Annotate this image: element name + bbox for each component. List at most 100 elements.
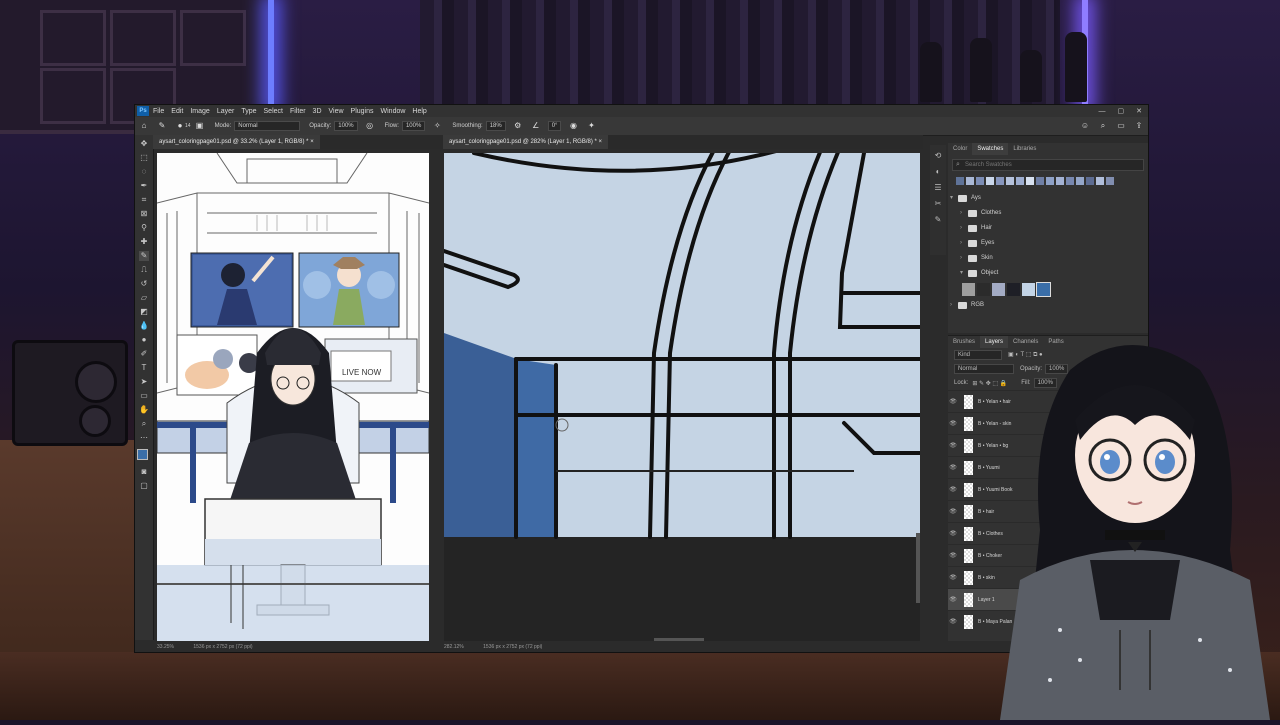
flow-field[interactable]: 100% xyxy=(401,121,426,131)
kind-filter-select[interactable]: Kind xyxy=(954,350,1002,360)
eye-icon[interactable]: 👁 xyxy=(948,508,958,515)
swatch-chip[interactable] xyxy=(1022,283,1035,296)
opacity-field[interactable]: 100% xyxy=(334,121,358,131)
frame-tool-icon[interactable]: ⊠ xyxy=(139,209,149,219)
eyedropper-icon[interactable]: ⚲ xyxy=(139,223,149,233)
swatch-chip[interactable] xyxy=(1076,177,1084,185)
eye-icon[interactable]: 👁 xyxy=(948,398,958,405)
healing-tool-icon[interactable]: ✚ xyxy=(139,237,149,247)
horizontal-scrollbar[interactable] xyxy=(654,638,704,641)
angle-field[interactable]: 0° xyxy=(547,121,562,131)
quick-select-icon[interactable]: ✒ xyxy=(139,181,149,191)
tab-swatches[interactable]: Swatches xyxy=(972,143,1009,155)
swatch-chip[interactable] xyxy=(962,283,975,296)
blur-tool-icon[interactable]: 💧 xyxy=(139,321,149,331)
menu-file[interactable]: File xyxy=(153,108,164,115)
swatch-chip[interactable] xyxy=(1106,177,1114,185)
lasso-tool-icon[interactable]: ◌ xyxy=(139,167,149,177)
swatch-chip[interactable] xyxy=(1086,177,1094,185)
tab-doc2[interactable]: aysart_coloringpage01.psd @ 282% (Layer … xyxy=(443,135,609,149)
path-select-icon[interactable]: ➤ xyxy=(139,377,149,387)
properties-panel-icon[interactable]: ☰ xyxy=(933,183,943,193)
swatch-chip[interactable] xyxy=(986,177,994,185)
marquee-tool-icon[interactable]: ⬚ xyxy=(139,153,149,163)
history-panel-icon[interactable]: ⟲ xyxy=(933,151,943,161)
quick-mask-icon[interactable]: ◙ xyxy=(139,467,149,477)
swatch-chip[interactable] xyxy=(956,177,964,185)
pressure-opacity-icon[interactable]: ◎ xyxy=(365,121,375,131)
swatch-chip[interactable] xyxy=(1006,177,1014,185)
eye-icon[interactable]: 👁 xyxy=(948,464,958,471)
swatch-chip[interactable] xyxy=(996,177,1004,185)
type-tool-icon[interactable]: T xyxy=(139,363,149,373)
crop-tool-icon[interactable]: ⌗ xyxy=(139,195,149,205)
zoom-tool-icon[interactable]: ⌕ xyxy=(139,419,149,429)
menu-plugins[interactable]: Plugins xyxy=(351,108,374,115)
pen-tool-icon[interactable]: ✐ xyxy=(139,349,149,359)
hand-tool-icon[interactable]: ✋ xyxy=(139,405,149,415)
menu-view[interactable]: View xyxy=(329,108,344,115)
brush-settings-icon[interactable]: ▣ xyxy=(195,121,205,131)
menu-edit[interactable]: Edit xyxy=(171,108,183,115)
eye-icon[interactable]: 👁 xyxy=(948,530,958,537)
swatch-chip[interactable] xyxy=(976,177,984,185)
zoom-level-left[interactable]: 33.25% xyxy=(157,644,174,650)
menu-layer[interactable]: Layer xyxy=(217,108,235,115)
swatch-chip[interactable] xyxy=(977,283,990,296)
eye-icon[interactable]: 👁 xyxy=(948,552,958,559)
swatch-chip[interactable] xyxy=(1066,177,1074,185)
brush-icon[interactable]: ✎ xyxy=(139,251,149,261)
eye-icon[interactable]: 👁 xyxy=(948,574,958,581)
swatch-group-rgb[interactable]: › RGB xyxy=(948,298,1148,313)
workspace-icon[interactable]: ▭ xyxy=(1116,121,1126,131)
more-tools-icon[interactable]: ⋯ xyxy=(139,433,149,443)
minimize-button[interactable]: — xyxy=(1099,108,1106,115)
brush-panel-icon[interactable]: ✎ xyxy=(933,215,943,225)
angle-icon[interactable]: ∠ xyxy=(531,121,541,131)
move-tool-icon[interactable]: ✥ xyxy=(139,139,149,149)
screen-mode-icon[interactable]: ▢ xyxy=(139,481,149,491)
menu-filter[interactable]: Filter xyxy=(290,108,306,115)
zoom-level-right[interactable]: 282.12% xyxy=(444,644,464,650)
menu-type[interactable]: Type xyxy=(241,108,256,115)
symmetry-icon[interactable]: ✦ xyxy=(586,121,596,131)
close-tab-icon[interactable]: × xyxy=(599,139,603,145)
smoothing-field[interactable]: 18% xyxy=(485,121,506,131)
swatch-chip[interactable] xyxy=(1036,177,1044,185)
mode-select[interactable]: Normal xyxy=(234,121,301,131)
menu-help[interactable]: Help xyxy=(412,108,426,115)
pressure-size-icon[interactable]: ◉ xyxy=(568,121,578,131)
eye-icon[interactable]: 👁 xyxy=(948,420,958,427)
eye-icon[interactable]: 👁 xyxy=(948,596,958,603)
close-tab-icon[interactable]: × xyxy=(310,139,314,145)
close-window-button[interactable]: ✕ xyxy=(1136,107,1142,115)
swatch-chip[interactable] xyxy=(1056,177,1064,185)
swatch-group-hair[interactable]: › Hair xyxy=(948,221,1148,236)
maximize-button[interactable]: ▢ xyxy=(1118,107,1125,115)
history-brush-icon[interactable]: ↺ xyxy=(139,279,149,289)
share-icon[interactable]: ☺ xyxy=(1080,121,1090,131)
brush-size[interactable]: 14 xyxy=(185,123,191,129)
swatch-chip[interactable] xyxy=(1026,177,1034,185)
eraser-icon[interactable]: ▱ xyxy=(139,293,149,303)
gear-icon[interactable]: ⚙ xyxy=(513,121,523,131)
eye-icon[interactable]: 👁 xyxy=(948,618,958,625)
swatch-group-clothes[interactable]: › Clothes xyxy=(948,206,1148,221)
color-swatches[interactable] xyxy=(137,449,153,465)
dodge-tool-icon[interactable]: ● xyxy=(139,335,149,345)
stamp-tool-icon[interactable]: ⎍ xyxy=(139,265,149,275)
brush-preset-icon[interactable]: ● xyxy=(175,121,185,131)
menu-select[interactable]: Select xyxy=(264,108,283,115)
swatch-chip[interactable] xyxy=(966,177,974,185)
swatch-chip[interactable] xyxy=(1007,283,1020,296)
swatch-chip[interactable] xyxy=(1036,282,1051,297)
menu-3d[interactable]: 3D xyxy=(313,108,322,115)
swatch-group-eyes[interactable]: › Eyes xyxy=(948,236,1148,251)
swatch-group-skin[interactable]: › Skin xyxy=(948,251,1148,266)
adjustments-panel-icon[interactable]: ◐ xyxy=(933,167,943,177)
search-icon[interactable]: ⌕ xyxy=(1098,121,1108,131)
vertical-scrollbar[interactable] xyxy=(916,533,920,603)
home-icon[interactable]: ⌂ xyxy=(139,121,149,131)
eye-icon[interactable]: 👁 xyxy=(948,442,958,449)
tab-libraries[interactable]: Libraries xyxy=(1008,143,1041,155)
